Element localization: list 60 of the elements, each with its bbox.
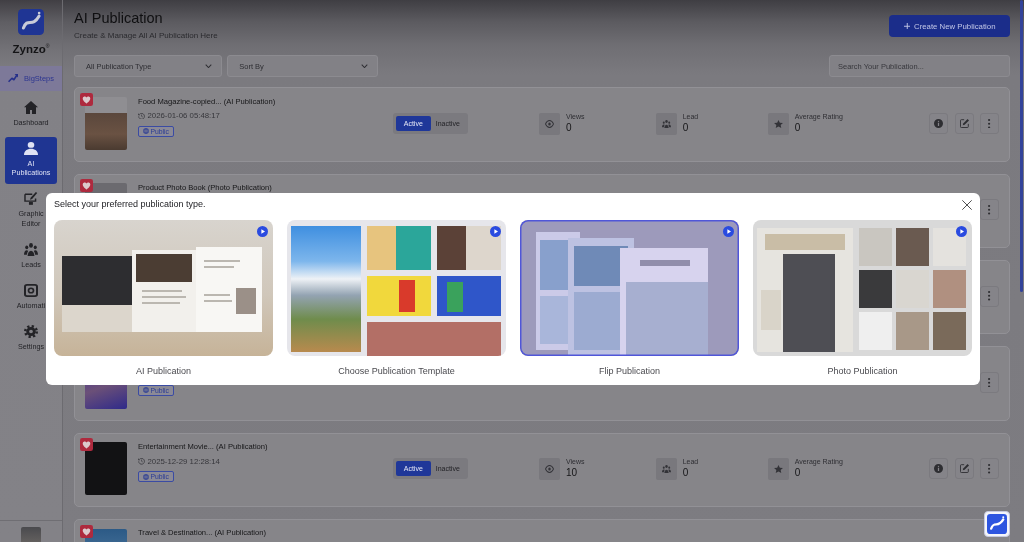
publication-type-option[interactable]: AI Publication [54, 220, 273, 377]
more-button[interactable] [980, 371, 999, 393]
edit-button[interactable] [954, 113, 974, 134]
chevron-down-icon [204, 63, 212, 69]
play-icon [256, 225, 268, 237]
more-icon [988, 464, 991, 474]
logo-button[interactable] [984, 511, 1010, 537]
play-icon [722, 225, 734, 237]
eye-icon [539, 113, 561, 135]
more-icon [988, 205, 991, 215]
gear-icon [24, 324, 38, 338]
logo-icon [987, 514, 1007, 534]
info-icon [934, 464, 944, 474]
more-icon [988, 377, 991, 388]
publication-type-option[interactable]: Photo Publication [753, 220, 972, 377]
clock-icon [138, 458, 145, 465]
globe-icon [142, 387, 149, 394]
play-icon [489, 225, 501, 237]
more-button[interactable] [980, 458, 999, 480]
monitor-pencil-icon [24, 192, 38, 206]
plus-icon [903, 22, 910, 30]
info-icon [934, 119, 944, 128]
publication-type-option[interactable]: Choose Publication Template [287, 220, 506, 377]
publication-type-option[interactable]: Flip Publication [520, 220, 739, 377]
clock-icon [138, 112, 145, 120]
more-button[interactable] [980, 285, 999, 307]
users-icon [656, 458, 677, 481]
info-button[interactable] [929, 458, 949, 480]
close-icon [962, 199, 972, 210]
stat-value: 0 [794, 466, 802, 479]
edit-icon [959, 464, 969, 474]
more-icon [988, 118, 991, 129]
stat-value: 0 [794, 121, 802, 134]
stat-value: 0 [682, 121, 690, 134]
stat-value: 10 [566, 466, 579, 479]
chevron-down-icon [360, 63, 368, 69]
scrollbar-thumb[interactable] [1020, 0, 1023, 292]
globe-icon [142, 473, 149, 480]
more-icon [988, 291, 991, 301]
page-title: AI Publication [74, 9, 164, 27]
close-button[interactable] [962, 199, 972, 210]
home-icon [24, 100, 38, 114]
user-icon [24, 141, 38, 155]
users-icon [656, 113, 677, 135]
globe-icon [142, 128, 149, 135]
logo-icon [18, 9, 44, 35]
brand-name: Zynzo$^{®}$ [12, 41, 50, 56]
stat-value: 0 [566, 121, 573, 134]
edit-button[interactable] [954, 458, 974, 480]
info-button[interactable] [929, 113, 949, 134]
trend-arrow-icon [8, 74, 18, 83]
users-icon [24, 242, 38, 256]
more-button[interactable] [980, 113, 999, 134]
dialog-title: Select your preferred publication type. [54, 199, 206, 210]
eye-icon [539, 458, 561, 481]
play-icon [955, 225, 967, 237]
edit-icon [959, 119, 969, 128]
stat-value: 0 [682, 466, 690, 479]
camera-icon [24, 283, 38, 297]
more-button[interactable] [980, 199, 999, 221]
